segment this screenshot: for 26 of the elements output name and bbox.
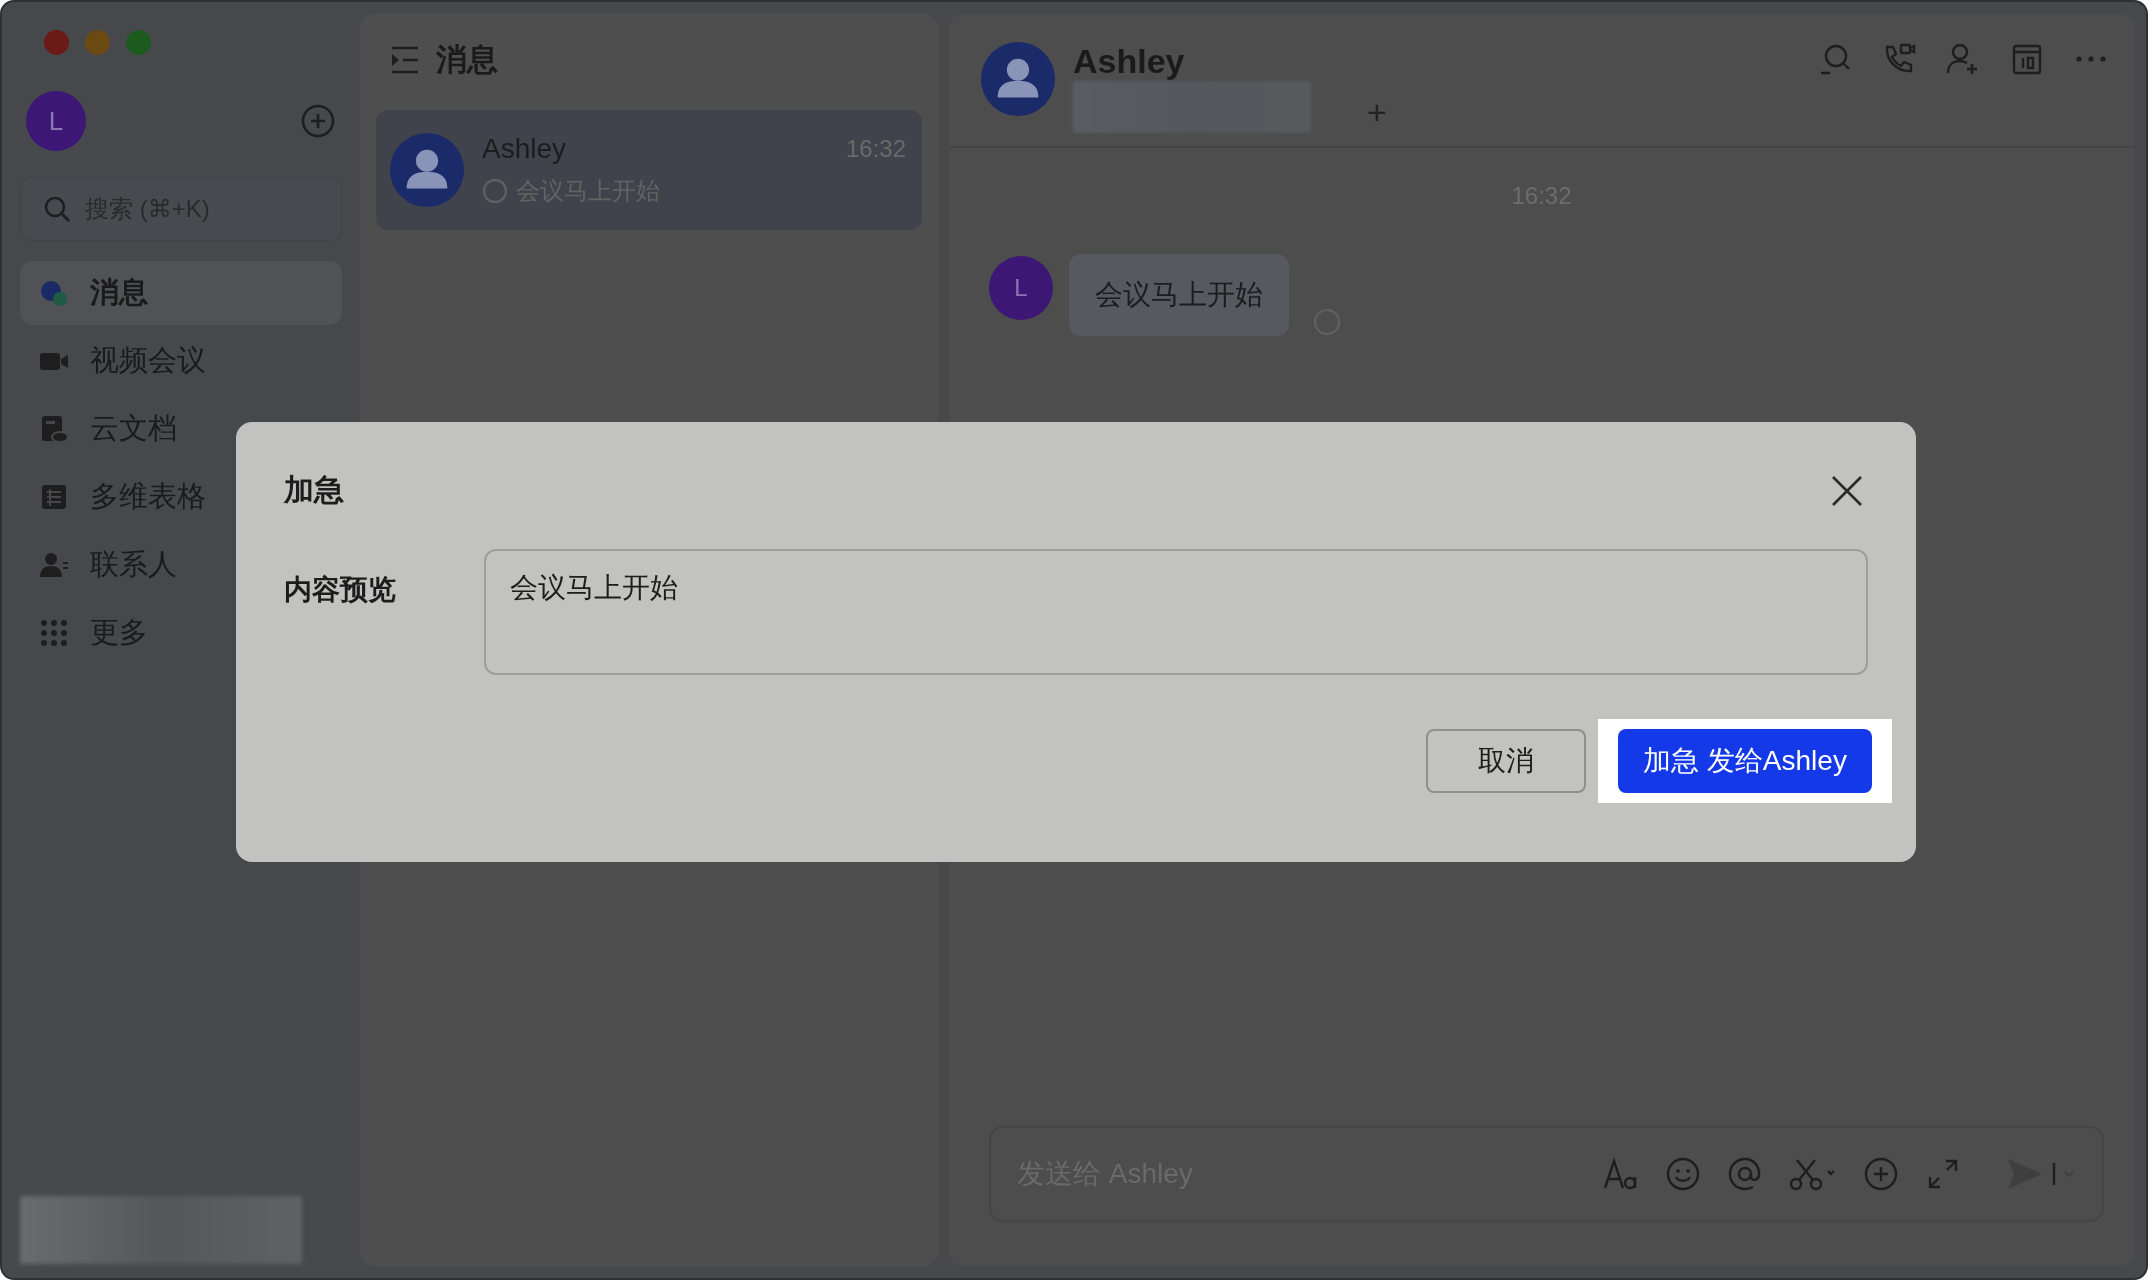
add-icon[interactable]: [300, 103, 336, 139]
collapse-list-icon[interactable]: [390, 46, 420, 74]
emoji-icon[interactable]: [1664, 1155, 1702, 1193]
cancel-button[interactable]: 取消: [1426, 729, 1586, 793]
dots-grid-icon: [38, 617, 70, 649]
send-urgent-button[interactable]: 加急 发给Ashley: [1618, 729, 1872, 793]
add-tab-button[interactable]: +: [1367, 95, 1387, 133]
search-icon: [43, 195, 71, 223]
contact-avatar-icon[interactable]: [981, 42, 1055, 116]
close-icon[interactable]: [1830, 473, 1864, 508]
calendar-icon[interactable]: [2010, 42, 2044, 76]
message-bubble: 会议马上开始: [1069, 254, 1289, 336]
minimize-window-icon[interactable]: [85, 30, 110, 55]
contact-avatar-icon: [390, 133, 464, 207]
zoom-window-icon[interactable]: [126, 30, 151, 55]
add-icon[interactable]: [1862, 1155, 1900, 1193]
add-person-icon[interactable]: [1946, 42, 1980, 76]
field-label: 内容预览: [284, 573, 397, 607]
dialog-title: 加急: [284, 472, 344, 508]
sender-avatar[interactable]: L: [989, 256, 1053, 320]
user-avatar[interactable]: L: [26, 91, 86, 151]
close-window-icon[interactable]: [44, 30, 69, 55]
nav-item[interactable]: 消息: [20, 261, 342, 325]
search-icon[interactable]: [1818, 42, 1852, 76]
preview-field[interactable]: 会议马上开始: [484, 549, 1868, 675]
unread-status-icon: [482, 178, 508, 204]
